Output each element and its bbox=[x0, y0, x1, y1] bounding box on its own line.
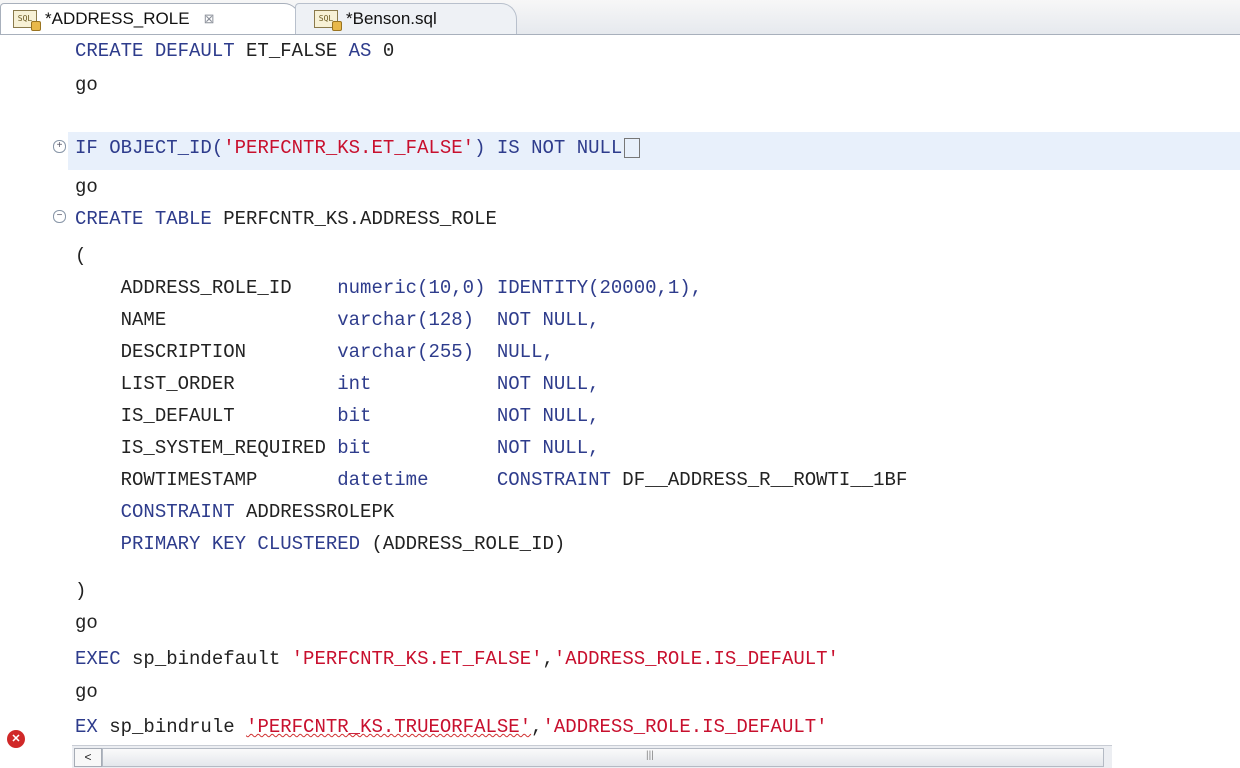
go-statement: go bbox=[75, 612, 98, 634]
keyword: AS bbox=[348, 40, 383, 62]
code-line: go bbox=[75, 607, 98, 639]
code-line: CREATE DEFAULT ET_FALSE AS 0 bbox=[75, 35, 394, 67]
tab-benson-sql[interactable]: SQL *Benson.sql bbox=[295, 3, 517, 34]
tab-label: *Benson.sql bbox=[346, 9, 437, 28]
paren: ( bbox=[75, 245, 87, 267]
paren: ) bbox=[75, 580, 87, 602]
code-line: IS_SYSTEM_REQUIRED bit NOT NULL, bbox=[75, 432, 600, 464]
sql-file-icon: SQL bbox=[13, 10, 41, 31]
identifier: ADDRESSROLEPK bbox=[246, 501, 395, 523]
keyword: CONSTRAINT bbox=[75, 501, 247, 523]
column-name: NAME bbox=[75, 309, 338, 331]
tab-label: *ADDRESS_ROLE bbox=[45, 9, 190, 28]
comma: , bbox=[542, 648, 554, 670]
code-line: NAME varchar(128) NOT NULL, bbox=[75, 304, 600, 336]
column-type: numeric(10,0) IDENTITY(20000,1), bbox=[337, 277, 703, 299]
identifier: ET_FALSE bbox=[246, 40, 349, 62]
string-literal: 'ADDRESS_ROLE.IS_DEFAULT' bbox=[553, 648, 839, 670]
code-line: EX sp_bindrule 'PERFCNTR_KS.TRUEORFALSE'… bbox=[75, 711, 828, 743]
column-type: varchar(128) NOT NULL, bbox=[337, 309, 600, 331]
keyword: ) IS NOT NULL bbox=[474, 137, 623, 159]
keyword: PRIMARY KEY CLUSTERED bbox=[75, 533, 372, 555]
code-line: DESCRIPTION varchar(255) NULL, bbox=[75, 336, 554, 368]
identifier: PERFCNTR_KS.ADDRESS_ROLE bbox=[223, 208, 497, 230]
column-name: IS_SYSTEM_REQUIRED bbox=[75, 437, 338, 459]
string-literal-error: 'PERFCNTR_KS.TRUEORFALSE' bbox=[246, 716, 532, 738]
code-line: LIST_ORDER int NOT NULL, bbox=[75, 368, 600, 400]
column-name: ADDRESS_ROLE_ID bbox=[75, 277, 338, 299]
identifier: DF__ADDRESS_R__ROWTI__1BF bbox=[622, 469, 908, 491]
close-tab-icon[interactable]: ⊠ bbox=[204, 11, 215, 27]
keyword: EXEC bbox=[75, 648, 133, 670]
scroll-left-button[interactable]: < bbox=[74, 748, 102, 767]
code-line: go bbox=[75, 171, 98, 203]
code-line: go bbox=[75, 69, 98, 101]
column-type: bit NOT NULL, bbox=[337, 437, 600, 459]
column-name: IS_DEFAULT bbox=[75, 405, 338, 427]
identifier: sp_bindrule bbox=[109, 716, 247, 738]
code-line: CREATE TABLE PERFCNTR_KS.ADDRESS_ROLE bbox=[75, 203, 497, 235]
go-statement: go bbox=[75, 176, 98, 198]
go-statement: go bbox=[75, 74, 98, 96]
tab-address-role[interactable]: SQL *ADDRESS_ROLE ⊠ bbox=[0, 3, 300, 34]
code-line: EXEC sp_bindefault 'PERFCNTR_KS.ET_FALSE… bbox=[75, 643, 839, 675]
keyword: CREATE TABLE bbox=[75, 208, 224, 230]
column-name: ROWTIMESTAMP bbox=[75, 469, 338, 491]
scrollbar-thumb[interactable] bbox=[102, 748, 1104, 767]
string-literal: 'PERFCNTR_KS.ET_FALSE' bbox=[291, 648, 543, 670]
comma: , bbox=[531, 716, 543, 738]
sql-file-icon: SQL bbox=[314, 10, 342, 31]
identifier: (ADDRESS_ROLE_ID) bbox=[371, 533, 566, 555]
code-line: PRIMARY KEY CLUSTERED (ADDRESS_ROLE_ID) bbox=[75, 528, 566, 560]
keyword: IF OBJECT_ID( bbox=[75, 137, 224, 159]
code-line: IF OBJECT_ID('PERFCNTR_KS.ET_FALSE') IS … bbox=[75, 132, 641, 164]
expand-fold-icon[interactable]: + bbox=[53, 140, 66, 153]
column-type: int NOT NULL, bbox=[337, 373, 600, 395]
go-statement: go bbox=[75, 681, 98, 703]
editor-tab-bar: SQL *ADDRESS_ROLE ⊠ SQL *Benson.sql bbox=[0, 0, 1240, 35]
column-type: datetime CONSTRAINT bbox=[337, 469, 623, 491]
horizontal-scrollbar[interactable]: < ||| bbox=[72, 745, 1112, 768]
column-name: LIST_ORDER bbox=[75, 373, 338, 395]
code-line: IS_DEFAULT bit NOT NULL, bbox=[75, 400, 600, 432]
number: 0 bbox=[382, 40, 395, 62]
error-marker-icon[interactable]: ✕ bbox=[7, 730, 25, 748]
folded-content-marker[interactable] bbox=[624, 137, 641, 158]
code-line: go bbox=[75, 676, 98, 708]
identifier: sp_bindefault bbox=[132, 648, 292, 670]
collapse-fold-icon[interactable]: − bbox=[53, 210, 66, 223]
code-line: CONSTRAINT ADDRESSROLEPK bbox=[75, 496, 395, 528]
column-type: varchar(255) NULL, bbox=[337, 341, 554, 363]
code-line: ADDRESS_ROLE_ID numeric(10,0) IDENTITY(2… bbox=[75, 272, 703, 304]
code-line: ) bbox=[75, 575, 86, 607]
string-literal: 'PERFCNTR_KS.ET_FALSE' bbox=[223, 137, 475, 159]
keyword: EX bbox=[75, 716, 110, 738]
column-name: DESCRIPTION bbox=[75, 341, 338, 363]
keyword: CREATE DEFAULT bbox=[75, 40, 247, 62]
scrollbar-grip: ||| bbox=[646, 750, 654, 761]
sql-editor[interactable]: CREATE DEFAULT ET_FALSE AS 0 go + IF OBJ… bbox=[0, 35, 1240, 738]
code-line: ( bbox=[75, 240, 86, 272]
code-line: ROWTIMESTAMP datetime CONSTRAINT DF__ADD… bbox=[75, 464, 908, 496]
column-type: bit NOT NULL, bbox=[337, 405, 600, 427]
string-literal: 'ADDRESS_ROLE.IS_DEFAULT' bbox=[542, 716, 828, 738]
